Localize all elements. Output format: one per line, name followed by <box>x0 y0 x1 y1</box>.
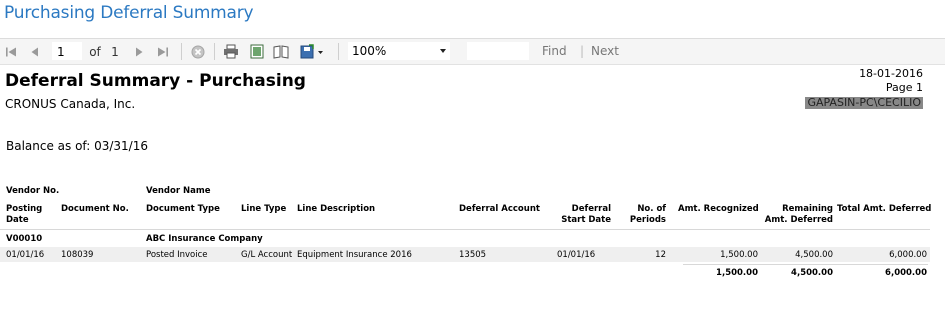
header-vendor-no: Vendor No. <box>6 186 60 196</box>
previous-page-icon[interactable] <box>28 39 42 64</box>
page-setup-icon[interactable] <box>272 39 289 64</box>
page-of-label: of <box>89 44 101 59</box>
cell-total-amt-deferred: 6,000.00 <box>889 250 927 260</box>
cell-posting-date: 01/01/16 <box>6 250 45 260</box>
total-amt-recognized: 1,500.00 <box>716 268 758 278</box>
next-link[interactable]: Next <box>591 39 619 64</box>
report-page-number: Page 1 <box>885 81 923 94</box>
report-page: Deferral Summary - Purchasing CRONUS Can… <box>0 64 945 325</box>
report-title: Deferral Summary - Purchasing <box>5 71 306 91</box>
vendor-name: ABC Insurance Company <box>146 234 263 244</box>
header-deferral-account: Deferral Account <box>459 204 540 214</box>
print-layout-icon[interactable] <box>248 39 265 64</box>
header-line-type: Line Type <box>241 204 287 214</box>
toolbar-separator <box>214 43 215 60</box>
find-link[interactable]: Find <box>542 39 567 64</box>
totals-divider <box>683 264 928 265</box>
header-deferral-start-date: Deferral Start Date <box>561 204 611 225</box>
header-posting-date: Posting Date <box>6 204 43 225</box>
company-name: CRONUS Canada, Inc. <box>5 97 136 111</box>
next-page-icon[interactable] <box>132 39 146 64</box>
report-date: 18-01-2016 <box>859 67 923 80</box>
page-number-input[interactable]: 1 <box>52 42 82 60</box>
cell-remaining-amt-deferred: 4,500.00 <box>795 250 833 260</box>
print-icon[interactable] <box>222 39 239 64</box>
toolbar-separator <box>181 43 182 60</box>
balance-as-of: Balance as of: 03/31/16 <box>6 139 148 153</box>
export-icon[interactable] <box>299 39 325 64</box>
header-amt-recognized: Amt. Recognized <box>678 204 759 214</box>
total-total-amt-deferred: 6,000.00 <box>885 268 927 278</box>
cell-document-no: 108039 <box>61 250 94 260</box>
header-total-amt-deferred: Total Amt. Deferred <box>837 204 932 214</box>
cell-deferral-account: 13505 <box>459 250 487 260</box>
cell-line-description: Equipment Insurance 2016 <box>297 250 412 260</box>
total-remaining-amt-deferred: 4,500.00 <box>791 268 833 278</box>
find-input[interactable] <box>467 42 529 60</box>
cell-deferral-start-date: 01/01/16 <box>557 250 596 260</box>
toolbar-separator <box>338 43 339 60</box>
header-divider <box>0 229 930 230</box>
header-vendor-name: Vendor Name <box>146 186 211 196</box>
header-no-of-periods: No. of Periods <box>629 204 666 225</box>
chevron-down-icon <box>440 49 446 53</box>
first-page-icon[interactable] <box>4 39 18 64</box>
last-page-icon[interactable] <box>156 39 170 64</box>
header-document-no: Document No. <box>61 204 129 214</box>
vendor-no: V00010 <box>6 234 43 244</box>
header-remaining-amt-deferred: Remaining Amt. Deferred <box>764 204 833 225</box>
cell-amt-recognized: 1,500.00 <box>720 250 758 260</box>
window-title: Purchasing Deferral Summary <box>4 3 254 23</box>
cell-line-type: G/L Account <box>241 250 293 260</box>
page-total: 1 <box>111 44 119 59</box>
zoom-value: 100% <box>352 44 387 58</box>
header-line-description: Line Description <box>297 204 376 214</box>
report-toolbar: 1 of 1 100% Find | Next <box>0 38 945 65</box>
find-separator: | <box>580 44 585 58</box>
cell-no-of-periods: 12 <box>655 250 666 260</box>
cell-document-type: Posted Invoice <box>146 250 208 260</box>
report-user: GAPASIN-PC\CECILIO <box>805 96 923 109</box>
zoom-select[interactable]: 100% <box>348 42 450 60</box>
header-document-type: Document Type <box>146 204 220 214</box>
stop-icon[interactable] <box>190 39 206 64</box>
